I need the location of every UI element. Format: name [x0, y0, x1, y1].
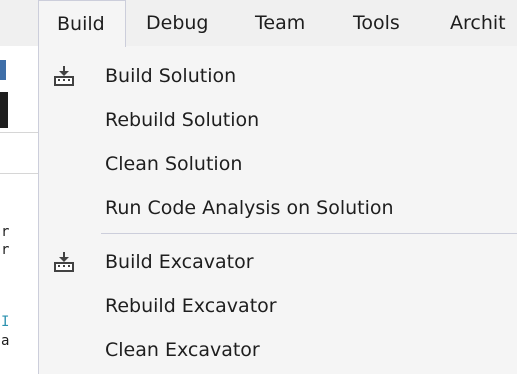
build-menu-dropdown: Build Solution Rebuild Solution Clean So… — [38, 46, 517, 374]
menu-item-label: Run Code Analysis on Solution — [105, 197, 394, 219]
menu-bar: Build Debug Team Tools Archit — [0, 0, 517, 47]
editor-code-char: I — [1, 314, 10, 330]
editor-code-char: r — [1, 224, 10, 240]
menu-debug[interactable]: Debug — [146, 0, 208, 46]
build-icon — [54, 66, 74, 86]
menu-separator — [101, 233, 517, 234]
menu-tools[interactable]: Tools — [353, 0, 400, 46]
menu-item-label: Build Excavator — [105, 251, 254, 273]
editor-code-char: r — [1, 242, 10, 258]
menu-item-build-excavator[interactable]: Build Excavator — [39, 240, 517, 284]
menu-architecture[interactable]: Archit — [450, 0, 506, 46]
editor-code-char: a — [1, 333, 10, 349]
editor-glyph-fragment — [0, 92, 8, 128]
menu-item-clean-excavator[interactable]: Clean Excavator — [39, 328, 517, 372]
menu-item-label: Clean Solution — [105, 153, 243, 175]
menu-item-label: Build Solution — [105, 65, 237, 87]
menu-item-run-code-analysis[interactable]: Run Code Analysis on Solution — [39, 186, 517, 230]
build-icon — [54, 252, 74, 272]
menu-item-clean-solution[interactable]: Clean Solution — [39, 142, 517, 186]
menu-item-build-solution[interactable]: Build Solution — [39, 54, 517, 98]
menu-item-rebuild-solution[interactable]: Rebuild Solution — [39, 98, 517, 142]
menu-item-label: Clean Excavator — [105, 339, 260, 361]
menu-build[interactable]: Build — [38, 0, 126, 47]
solution-icon-fragment — [0, 60, 6, 80]
editor-background: r r I a — [0, 46, 38, 374]
menu-team[interactable]: Team — [255, 0, 305, 46]
menu-item-label: Rebuild Solution — [105, 109, 260, 131]
menu-item-rebuild-excavator[interactable]: Rebuild Excavator — [39, 284, 517, 328]
menu-item-label: Rebuild Excavator — [105, 295, 277, 317]
